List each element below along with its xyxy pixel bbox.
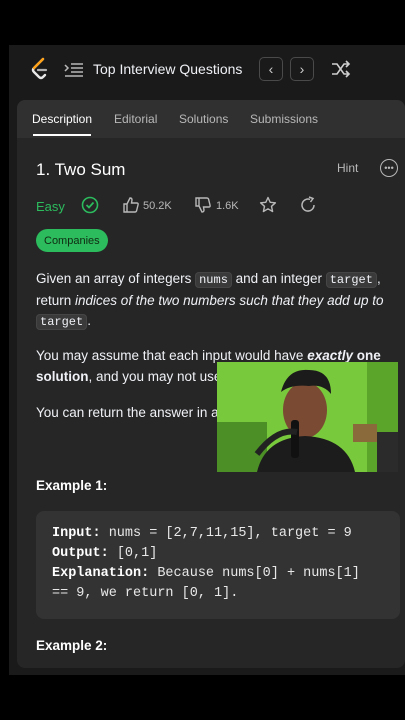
text: and an integer (231, 271, 326, 286)
companies-tag[interactable]: Companies (36, 229, 108, 252)
problem-list-icon[interactable] (64, 62, 84, 78)
value: Because nums[0] + nums[1] (149, 566, 360, 581)
leetcode-logo-icon[interactable] (30, 57, 50, 81)
tab-editorial[interactable]: Editorial (114, 112, 157, 126)
example-1-box: Input: nums = [2,7,11,15], target = 9 Ou… (36, 511, 400, 619)
prev-problem-button[interactable]: ‹ (259, 57, 283, 81)
example-explanation: Explanation: Because nums[0] + nums[1] (52, 566, 360, 581)
emphasis-text: exactly (307, 348, 353, 363)
example-explanation-cont: == 9, we return [0, 1]. (52, 586, 239, 601)
value: nums = [2,7,11,15], target = 9 (100, 526, 352, 541)
star-icon[interactable] (259, 196, 277, 214)
tab-solutions[interactable]: Solutions (179, 112, 228, 126)
label: Output: (52, 546, 109, 561)
example-2-title: Example 2: (36, 638, 108, 653)
text: , and you may not use (88, 368, 222, 384)
shuffle-icon[interactable] (331, 60, 351, 78)
top-bar: Top Interview Questions ‹ › (9, 45, 405, 95)
hint-button[interactable]: Hint (337, 161, 358, 175)
chevron-right-icon: › (299, 61, 305, 77)
tab-submissions[interactable]: Submissions (250, 112, 318, 126)
tab-bar: Description Editorial Solutions Submissi… (17, 100, 405, 138)
example-output: Output: [0,1] (52, 546, 157, 561)
text: You may assume that each input would hav… (36, 348, 308, 363)
webcam-overlay (217, 362, 398, 472)
emphasis-text: indices of the two numbers such that the… (75, 292, 384, 308)
solved-check-icon (81, 196, 99, 214)
dislike-count: 1.6K (216, 200, 239, 212)
active-tab-indicator (33, 134, 91, 136)
share-icon[interactable] (299, 196, 317, 214)
thumbs-down-icon[interactable] (194, 196, 212, 214)
example-input: Input: nums = [2,7,11,15], target = 9 (52, 526, 352, 541)
like-count: 50.2K (143, 200, 172, 212)
tab-description[interactable]: Description (32, 112, 92, 126)
problem-list-title[interactable]: Top Interview Questions (93, 61, 242, 77)
problem-title: 1. Two Sum (36, 160, 126, 179)
webcam-image (217, 362, 398, 472)
label: Explanation: (52, 566, 150, 581)
text: Given an array of integers (36, 271, 196, 286)
inline-code: target (36, 314, 88, 330)
difficulty-badge: Easy (36, 199, 65, 214)
label: Input: (52, 526, 101, 541)
example-1-title: Example 1: (36, 478, 108, 493)
thumbs-up-icon[interactable] (122, 196, 140, 214)
text: . (87, 313, 91, 328)
leetcode-app: Top Interview Questions ‹ › Description … (9, 45, 405, 675)
chevron-left-icon: ‹ (268, 61, 274, 77)
inline-code: target (325, 272, 377, 288)
value: [0,1] (108, 546, 158, 561)
inline-code: nums (195, 272, 232, 288)
more-options-icon[interactable]: ••• (380, 159, 398, 177)
next-problem-button[interactable]: › (290, 57, 314, 81)
description-paragraph-1: Given an array of integers nums and an i… (36, 269, 388, 333)
